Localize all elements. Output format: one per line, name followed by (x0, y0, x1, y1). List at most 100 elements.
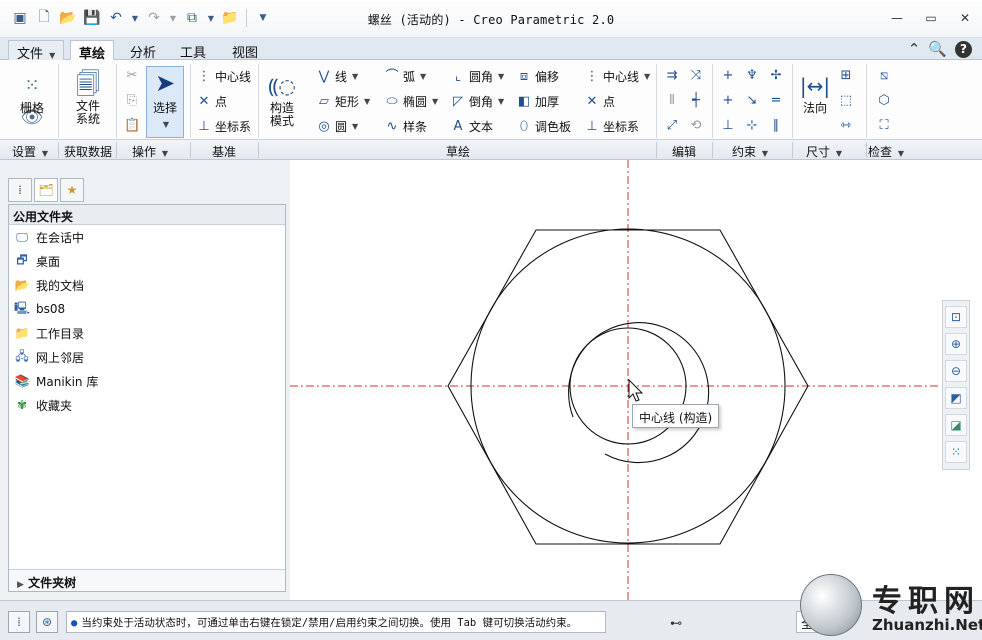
mirror-button[interactable]: ⫴ (664, 93, 680, 109)
folder-item-label: Manikin 库 (36, 374, 99, 389)
spline-button[interactable]: ∿ 样条 (384, 118, 427, 135)
construction-mode-button[interactable]: ⸨◌ 构造 模式 (264, 70, 300, 128)
offset-label: 偏移 (535, 70, 560, 84)
copy-button[interactable]: ⎘ (124, 93, 140, 109)
arc-button[interactable]: ⌒ 弧 ▼ (384, 68, 426, 85)
grid-button[interactable]: ⁙👁 栅格 (10, 70, 54, 128)
folder-item-manikin[interactable]: 📚 Manikin 库 (9, 369, 285, 393)
perpendicular-constraint-button[interactable]: ⊥ (720, 118, 736, 134)
shade-closed-loops-button[interactable]: ⛶ (876, 118, 892, 134)
display-style-icon[interactable]: ◪ (945, 414, 967, 436)
chamfer-button[interactable]: ◸ 倒角 ▼ (450, 93, 504, 110)
graphics-window[interactable]: 中心线 (构造) ⊡ ⊕ ⊖ ◩ ◪ ⁙ (290, 160, 982, 600)
highlight-open-ends-button[interactable]: ⬡ (876, 93, 892, 109)
divide-button[interactable]: ⤨ (688, 68, 704, 84)
group-dimension[interactable]: 尺寸 ▼ (806, 143, 842, 160)
rectangle-button[interactable]: ▱ 矩形 ▼ (316, 93, 370, 110)
symmetric-constraint-button[interactable]: ⊹ (744, 118, 760, 134)
overlapping-geometry-button[interactable]: ⧅ (876, 68, 892, 84)
group-separator (58, 142, 59, 158)
coincident-constraint-button[interactable]: ↘ (744, 93, 760, 109)
equal-constraint-button[interactable]: = (768, 93, 784, 109)
group-settings[interactable]: 设置 ▼ (12, 143, 48, 160)
reference-dimension-button[interactable]: ⇿ (838, 118, 854, 134)
browser-toggle-icon[interactable]: ⊛ (36, 611, 58, 633)
offset-button[interactable]: ⧈ 偏移 (516, 68, 559, 85)
file-system-button[interactable]: 🗐 文件 系统 (66, 68, 110, 126)
chamfer-label: 倒角 (469, 95, 494, 109)
paste-button[interactable]: 📋 (124, 118, 140, 134)
refit-icon[interactable]: ⊡ (945, 306, 967, 328)
tab-analysis[interactable]: 分析 (122, 40, 164, 61)
horizontal-constraint-button[interactable]: + (720, 93, 736, 109)
navigator-tabs: ⁞ 🗂 ★ (8, 178, 84, 202)
sketch-csys-button[interactable]: ⊥ 坐标系 (584, 118, 639, 135)
zoom-in-icon[interactable]: ⊕ (945, 333, 967, 355)
rotate-resize-icon: ⟲ (690, 118, 702, 133)
corner-button[interactable]: ┽ (688, 93, 704, 109)
zoom-out-icon[interactable]: ⊖ (945, 360, 967, 382)
maximize-icon[interactable]: ▭ (922, 10, 940, 26)
mirror-icon: ⫴ (669, 93, 675, 108)
group-operations[interactable]: 操作 ▼ (132, 143, 168, 160)
folder-item-working-directory[interactable]: 📁 工作目录 (9, 321, 285, 345)
circle-label: 圆 (335, 120, 348, 134)
tab-favorites[interactable]: ★ (60, 178, 84, 202)
tab-folder-browser[interactable]: 🗂 (34, 178, 58, 202)
modify-button[interactable]: ⇉ (664, 68, 680, 84)
tangent-constraint-button[interactable]: ♆ (744, 68, 760, 84)
datum-centerline-button[interactable]: ⋮ 中心线 (196, 68, 252, 85)
sketch-drawing[interactable] (290, 160, 982, 600)
group-separator (258, 142, 259, 158)
sketcher-display-icon[interactable]: ⁙ (945, 441, 967, 463)
thicken-label: 加厚 (535, 95, 560, 109)
help-icon[interactable]: ? (955, 40, 972, 58)
thicken-button[interactable]: ◧ 加厚 (516, 93, 559, 110)
folder-tree-toggle[interactable]: ▶ 文件夹树 (9, 569, 285, 591)
delete-segment-button[interactable]: ⤢ (664, 118, 680, 134)
folder-item-session[interactable]: 🖵 在会话中 (9, 225, 285, 249)
ribbon-separator (656, 64, 657, 138)
rotate-resize-button[interactable]: ⟲ (688, 118, 704, 134)
folder-item-documents[interactable]: 📂 我的文档 (9, 273, 285, 297)
midpoint-constraint-button[interactable]: ✢ (768, 68, 784, 84)
folder-item-favorites[interactable]: ✾ 收藏夹 (9, 393, 285, 417)
tab-file[interactable]: 文件 ▼ (8, 40, 65, 62)
normal-dimension-button[interactable]: |↔| 法向 (798, 70, 832, 115)
datum-point-button[interactable]: ✕ 点 (196, 93, 227, 110)
ellipse-button[interactable]: ⬭ 椭圆 ▼ (384, 93, 438, 110)
favorites-icon: ✾ (16, 398, 28, 412)
text-button[interactable]: A 文本 (450, 118, 493, 135)
cut-button[interactable]: ✂ (124, 68, 140, 84)
select-button[interactable]: ➤ 选择 ▼ (146, 66, 184, 138)
sketch-centerline-button[interactable]: ⋮ 中心线 ▼ (584, 68, 651, 85)
folder-item-network[interactable]: 🖧 网上邻居 (9, 345, 285, 369)
minimize-icon[interactable]: — (888, 10, 906, 26)
close-icon[interactable]: ✕ (956, 10, 974, 26)
tab-tools[interactable]: 工具 (172, 40, 214, 61)
group-constrain[interactable]: 约束 ▼ (732, 143, 768, 160)
collapse-ribbon-icon[interactable]: ⌃ (908, 40, 921, 58)
sketch-view-icon[interactable]: ◩ (945, 387, 967, 409)
folder-item-bs08[interactable]: 🖳 bs08 (9, 297, 285, 321)
sketch-point-button[interactable]: ✕ 点 (584, 93, 615, 110)
vertical-constraint-button[interactable]: + (720, 68, 736, 84)
datum-csys-button[interactable]: ⊥ 坐标系 (196, 118, 251, 135)
tab-view[interactable]: 视图 (224, 40, 266, 61)
tab-sketch[interactable]: 草绘 (70, 40, 115, 62)
perimeter-dimension-button[interactable]: ⊞ (838, 68, 854, 84)
line-button[interactable]: ⋁ 线 ▼ (316, 68, 359, 85)
group-inspect[interactable]: 检查 ▼ (868, 143, 904, 160)
folder-item-desktop[interactable]: 🗗 桌面 (9, 249, 285, 273)
parallel-constraint-button[interactable]: ∥ (768, 118, 784, 134)
baseline-dimension-button[interactable]: ⬚ (838, 93, 854, 109)
palette-button[interactable]: ⬯ 调色板 (516, 118, 571, 135)
folder-item-label: 在会话中 (36, 230, 85, 245)
folder-item-label: 网上邻居 (36, 350, 85, 365)
navigator-toggle-icon[interactable]: ⁞ (8, 611, 30, 633)
search-icon[interactable]: 🔍 (928, 40, 947, 58)
binoculars-icon[interactable]: ⊷ (664, 613, 688, 633)
tab-model-tree[interactable]: ⁞ (8, 178, 32, 202)
circle-button[interactable]: ◎ 圆 ▼ (316, 118, 358, 135)
fillet-button[interactable]: ⌞ 圆角 ▼ (450, 68, 504, 85)
